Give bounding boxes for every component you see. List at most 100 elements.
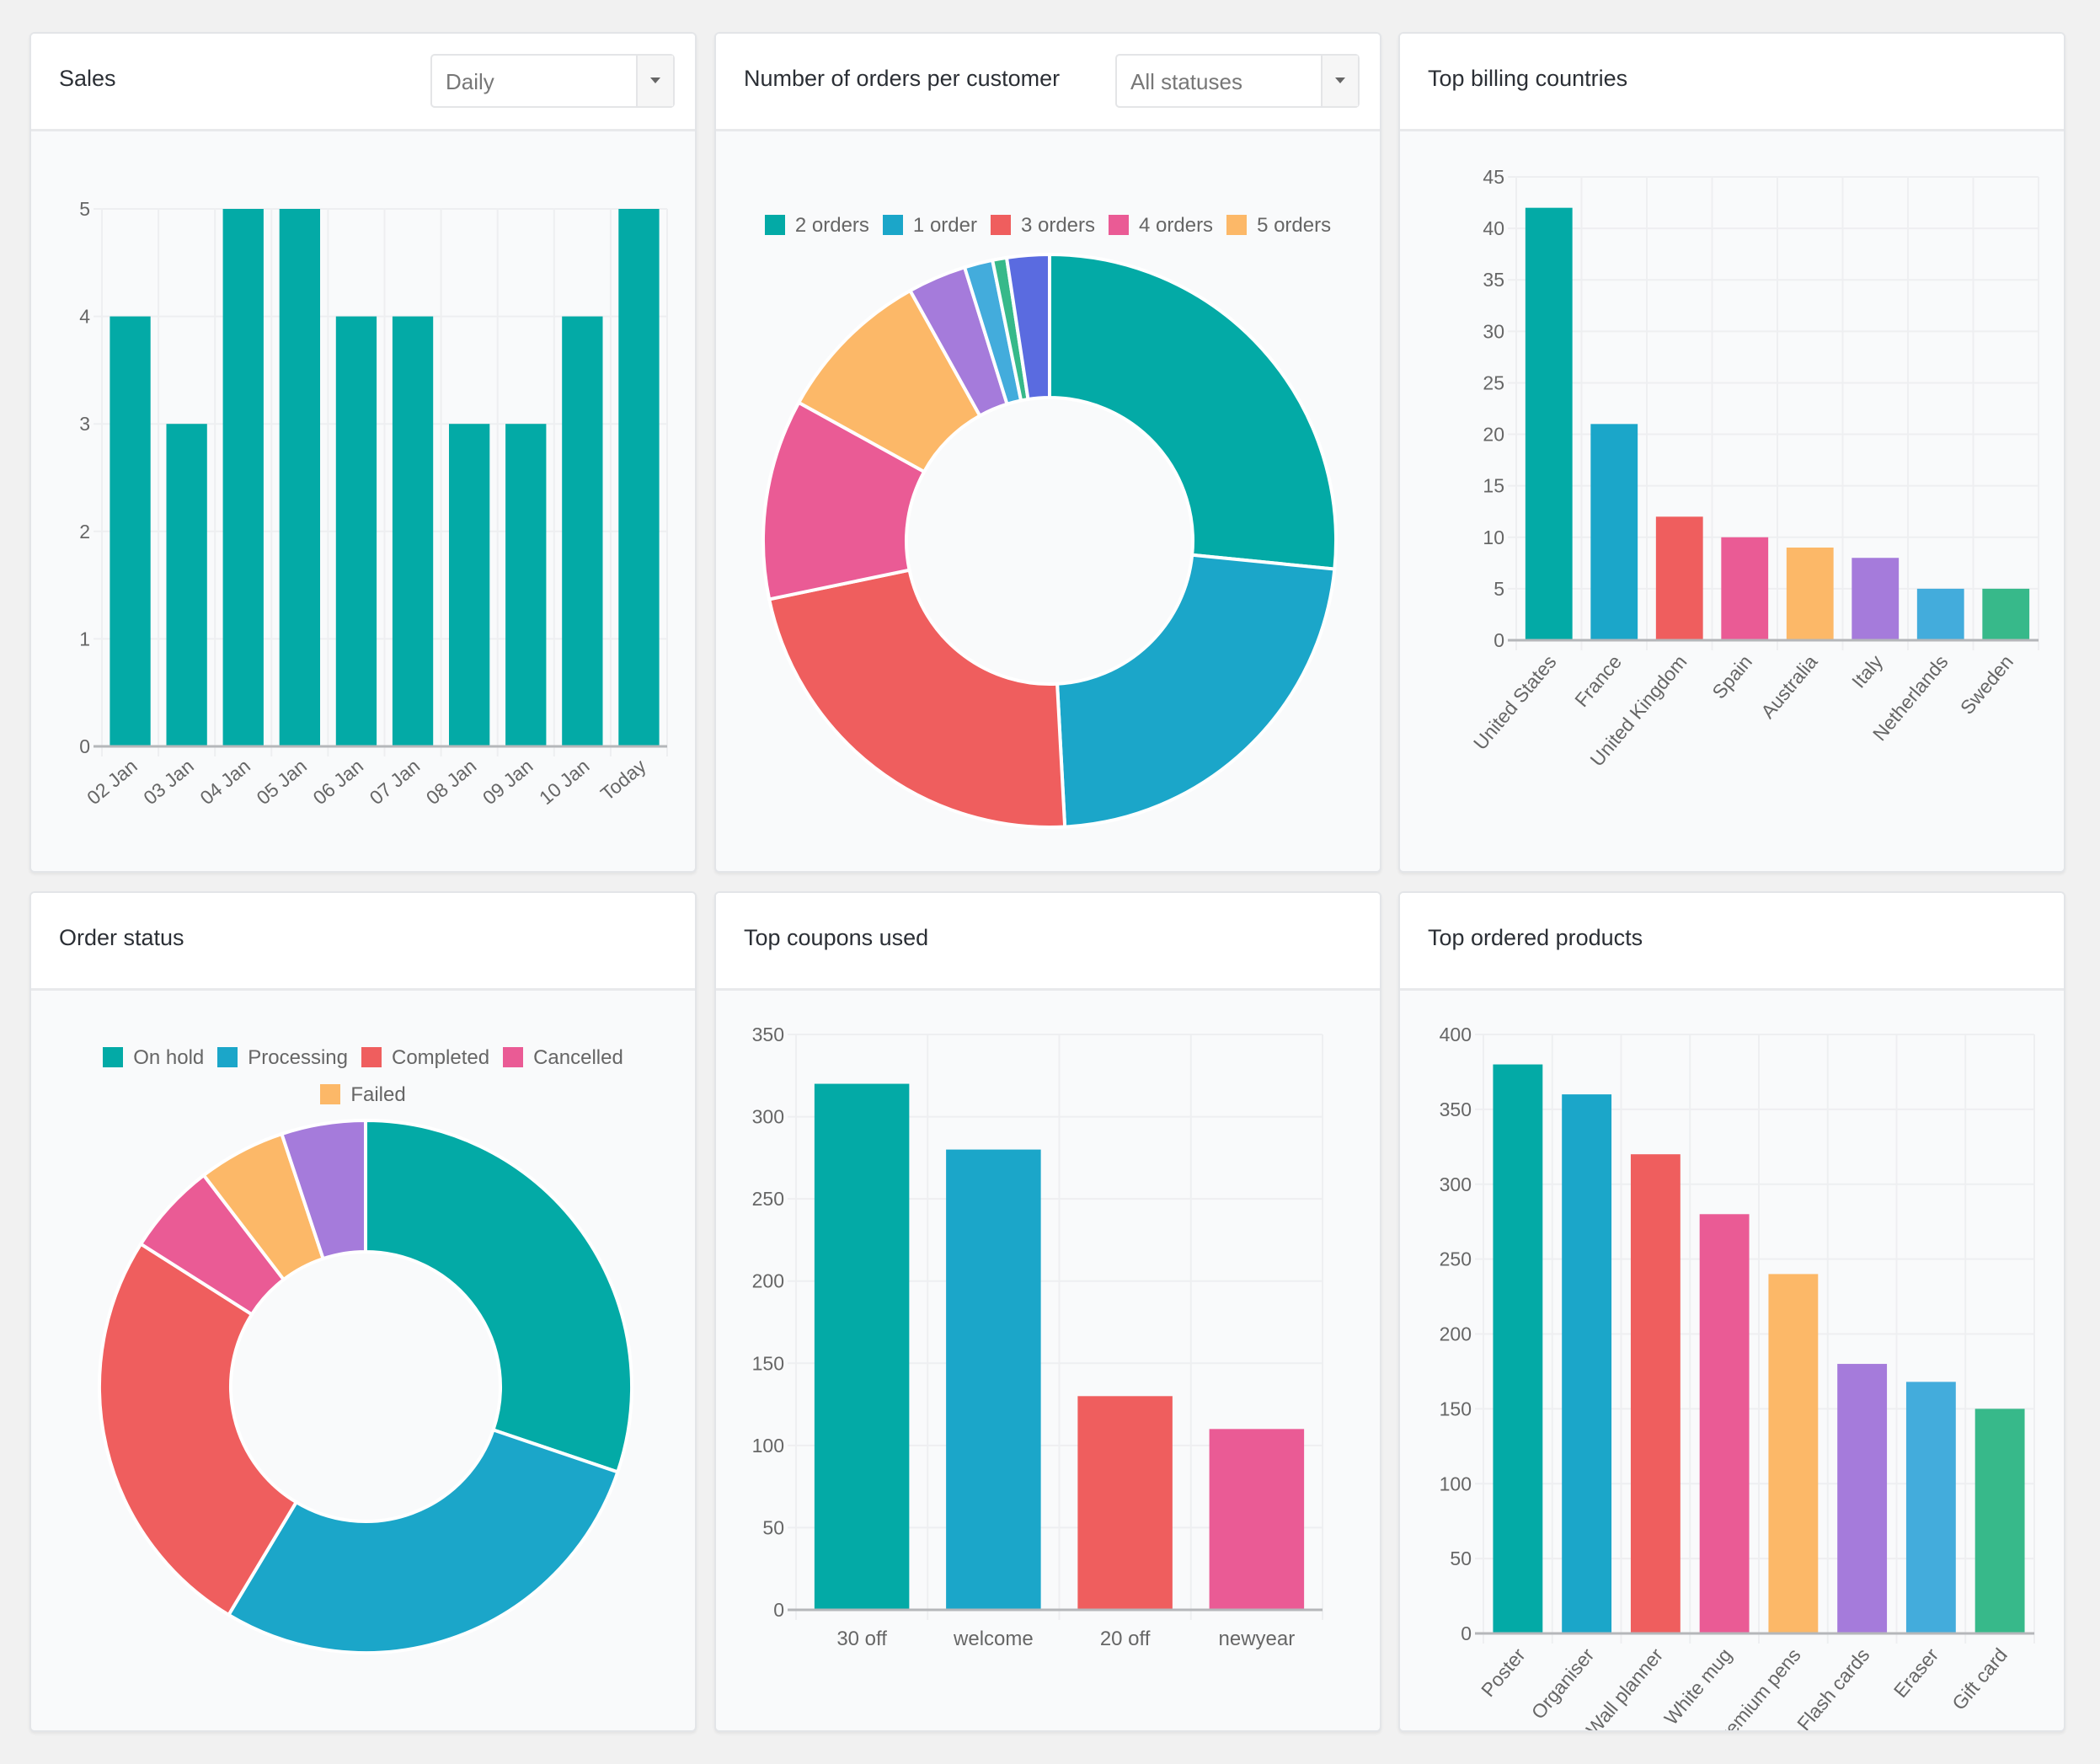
donut-slice[interactable] (767, 568, 1067, 829)
bar[interactable] (946, 1149, 1041, 1610)
legend-swatch (320, 1084, 341, 1104)
bar[interactable] (1209, 1429, 1305, 1610)
bar[interactable] (448, 424, 490, 746)
coupons-panel: Top coupons used 0 50 100 150 200 250 300 350 30… (714, 891, 1381, 1732)
x-tick-label: 06 Jan (309, 755, 368, 809)
bar[interactable] (1655, 516, 1703, 640)
legend-swatch (103, 1047, 124, 1067)
order-status-chart: On hold Processing Completed Cancelled Faile… (31, 991, 695, 1730)
bar[interactable] (1699, 1214, 1750, 1633)
legend-item[interactable]: 5 orders (1226, 214, 1331, 238)
legend-swatch (1226, 215, 1248, 235)
bar[interactable] (222, 209, 264, 746)
x-tick-label: 09 Jan (478, 755, 537, 809)
bar[interactable] (1837, 1364, 1888, 1633)
chevron-down-icon[interactable] (636, 56, 673, 106)
billing-bar-chart: 051015202530354045United States FranceUni… (1469, 166, 2039, 771)
bar[interactable] (279, 209, 321, 746)
legend-item[interactable]: Cancelled (503, 1040, 623, 1077)
bar[interactable] (1493, 1064, 1543, 1633)
legend-swatch (217, 1047, 238, 1067)
bar[interactable] (1974, 1409, 2025, 1633)
status-select[interactable]: All statuses (1115, 54, 1360, 108)
x-tick-label: Sweden (1956, 651, 2017, 719)
y-tick-label: 350 (1440, 1098, 1472, 1120)
y-tick-label: 25 (1483, 372, 1504, 393)
y-tick-label: 400 (1440, 1024, 1472, 1045)
bar[interactable] (1916, 588, 1964, 640)
bar[interactable] (562, 316, 603, 746)
billing-countries-panel: Top billing countries 0 5 10 15 20 25 30 35 40 45… (1398, 32, 2065, 873)
legend-item[interactable]: 2 orders (764, 214, 869, 238)
orders-per-customer-panel: Number of orders per customer All status… (714, 32, 1381, 873)
bar[interactable] (110, 316, 151, 746)
bar[interactable] (335, 316, 377, 746)
panel-title: Sales (59, 66, 116, 91)
x-tick-label: 08 Jan (422, 755, 481, 809)
y-tick-label: 4 (79, 306, 90, 328)
bar[interactable] (814, 1083, 910, 1610)
select-value: Daily (446, 69, 494, 94)
bar[interactable] (618, 209, 660, 746)
y-tick-label: 20 (1483, 424, 1504, 446)
bar[interactable] (1721, 537, 1769, 640)
donut-slice[interactable] (1048, 252, 1338, 571)
chevron-down-icon[interactable] (1321, 56, 1358, 106)
panel-header: Top billing countries (1400, 34, 2064, 131)
legend-label: 3 orders (1020, 214, 1096, 237)
bar[interactable] (1905, 1382, 1956, 1633)
coupons-bar-chart: 0 50 100 150 200 250 300 350 30 off welcome 20 off… (752, 1024, 1323, 1650)
bar[interactable] (1982, 588, 2030, 640)
panel-title: Top billing countries (1428, 66, 1628, 91)
y-tick-label: 350 (752, 1024, 784, 1045)
donut-slice[interactable] (226, 1427, 620, 1654)
legend-item[interactable]: Completed (361, 1040, 489, 1077)
y-tick-label: 0 (773, 1599, 784, 1621)
legend-item[interactable]: 4 orders (1109, 214, 1213, 238)
products-chart: 0 50 100 150 200 250 300 350 400 Poster Organiser W… (1400, 991, 2064, 1730)
bar[interactable] (1525, 207, 1573, 641)
bar[interactable] (505, 424, 547, 746)
legend-label: 1 order (912, 214, 977, 237)
sales-bar-chart: 0 1 2 3 4 5 02 Jan03 Jan04 Jan05 Jan06 Jan07 J… (79, 198, 668, 809)
y-tick-label: 150 (1440, 1398, 1472, 1419)
x-tick-label: Italy (1847, 650, 1887, 692)
bar[interactable] (1590, 424, 1638, 640)
donut-slice[interactable] (1055, 553, 1337, 829)
coupons-chart: 0 50 100 150 200 250 300 350 30 off welcome 20 off… (716, 991, 1380, 1730)
y-tick-label: 15 (1483, 475, 1504, 497)
legend-swatch (764, 215, 785, 235)
bar[interactable] (1786, 548, 1834, 640)
y-tick-label: 10 (1483, 527, 1504, 548)
legend-item[interactable]: 1 order (882, 214, 977, 238)
y-tick-label: 150 (752, 1352, 784, 1374)
panel-header: Sales Daily (31, 34, 695, 131)
legend-swatch (990, 215, 1011, 235)
select-value: All statuses (1130, 69, 1242, 94)
legend-item[interactable]: Processing (217, 1040, 348, 1077)
chart-legend: On hold Processing Completed Cancelled Faile… (73, 1040, 653, 1114)
legend-swatch (361, 1047, 382, 1067)
sales-panel: Sales Daily 0 1 2 3 4 5 02 Jan 03 Jan 04 Jan 05 J… (29, 32, 697, 873)
bar[interactable] (1768, 1274, 1819, 1633)
legend-item[interactable]: Failed (320, 1077, 406, 1114)
x-tick-label: Poster (1477, 1644, 1530, 1701)
bar[interactable] (1077, 1396, 1173, 1610)
legend-label: 2 orders (794, 214, 869, 237)
y-tick-label: 40 (1483, 217, 1504, 239)
bar[interactable] (1562, 1094, 1612, 1633)
bar[interactable] (1852, 558, 1900, 640)
legend-item[interactable]: 3 orders (990, 214, 1096, 238)
x-tick-label: 10 Jan (535, 755, 594, 809)
x-tick-label: Spain (1707, 651, 1756, 703)
products-panel: Top ordered products 0 50 100 150 200 250 300 3… (1398, 891, 2065, 1732)
legend-item[interactable]: On hold (103, 1040, 204, 1077)
period-select[interactable]: Daily (430, 54, 675, 108)
bar[interactable] (392, 316, 434, 746)
donut-slice[interactable] (364, 1118, 633, 1474)
legend-swatch (1109, 215, 1130, 235)
bar[interactable] (1630, 1154, 1681, 1633)
bar[interactable] (166, 424, 207, 746)
y-tick-label: 45 (1483, 166, 1504, 188)
order-status-panel: Order status On hold Processing Completed C… (29, 891, 697, 1732)
